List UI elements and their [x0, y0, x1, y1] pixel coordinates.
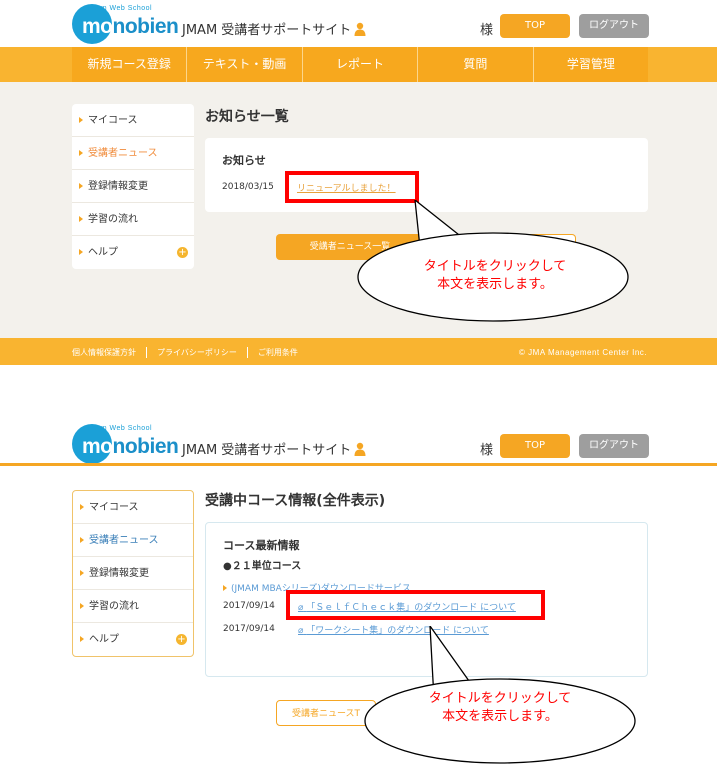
user-icon: [354, 442, 366, 456]
callout-text-line1: タイトルをクリックして: [423, 259, 567, 274]
copyright: © JMA Management Center Inc.: [519, 348, 647, 357]
sidebar-item-profile[interactable]: 登録情報変更: [73, 557, 193, 590]
plus-icon[interactable]: +: [177, 247, 188, 258]
footer-link-privacy-policy[interactable]: 個人情報保護方針: [72, 347, 146, 358]
monobien-logo[interactable]: Jmam Web School monobien: [72, 4, 179, 44]
logo-subtitle: Jmam Web School: [86, 425, 153, 432]
screenshot-panel-news: Jmam Web School monobien JMAM 受講者サポートサイト…: [0, 0, 717, 365]
callout-text-line2: 本文を表示します。: [437, 277, 553, 292]
sidebar-item-label: マイコース: [88, 115, 138, 126]
news-top-button[interactable]: 受講者ニュースT: [276, 700, 376, 726]
footer-links: 個人情報保護方針 プライバシーポリシー ご利用条件: [72, 347, 308, 358]
sidebar-item-label: ヘルプ: [88, 247, 118, 258]
sidebar-item-news[interactable]: 受講者ニュース: [73, 524, 193, 557]
card-title: お知らせ: [222, 154, 266, 167]
sidebar-item-help[interactable]: ヘルプ +: [73, 623, 193, 656]
logo-wordmark-rest: nobien: [112, 435, 179, 458]
sidebar-item-label: 学習の流れ: [88, 214, 138, 225]
item-date: 2017/09/14: [223, 601, 275, 611]
top-button[interactable]: TOP: [500, 434, 570, 458]
nav-question[interactable]: 質問: [418, 47, 534, 82]
sidebar-item-learning-flow[interactable]: 学習の流れ: [73, 590, 193, 623]
logo-wordmark: monobien: [82, 15, 179, 39]
logout-button[interactable]: ログアウト: [579, 14, 649, 38]
footer: 個人情報保護方針 プライバシーポリシー ご利用条件 © JMA Manageme…: [0, 338, 717, 365]
main-content: マイコース 受講者ニュース 登録情報変更 学習の流れ ヘルプ + お知らせ一覧 お…: [0, 82, 717, 338]
global-nav: 新規コース登録 テキスト・動画 レポート 質問 学習管理: [0, 47, 717, 82]
sidebar-item-my-course[interactable]: マイコース: [72, 104, 194, 137]
sidebar-item-help[interactable]: ヘルプ +: [72, 236, 194, 269]
arrow-right-icon: [79, 249, 83, 255]
sidebar-item-profile[interactable]: 登録情報変更: [72, 170, 194, 203]
arrow-right-icon: [80, 537, 84, 543]
sidebar-item-news[interactable]: 受講者ニュース: [72, 137, 194, 170]
arrow-right-icon: [79, 183, 83, 189]
footer-link-privacy[interactable]: プライバシーポリシー: [146, 347, 247, 358]
highlight-box: [286, 590, 545, 620]
arrow-right-icon: [80, 636, 84, 642]
footer-link-terms[interactable]: ご利用条件: [246, 347, 308, 358]
monobien-logo[interactable]: Jmam Web School monobien: [72, 424, 179, 464]
sidebar-menu: マイコース 受講者ニュース 登録情報変更 学習の流れ ヘルプ +: [72, 490, 194, 657]
arrow-right-icon: [80, 504, 84, 510]
sidebar-item-label: 受講者ニュース: [88, 148, 158, 159]
user-honorific: 様: [480, 443, 494, 458]
plus-icon[interactable]: +: [176, 634, 187, 645]
logo-wordmark-prefix: mo: [82, 15, 113, 38]
sidebar-item-label: 受講者ニュース: [89, 535, 159, 546]
user-icon: [354, 22, 366, 36]
page-title: お知らせ一覧: [205, 109, 289, 125]
sidebar-item-my-course[interactable]: マイコース: [73, 491, 193, 524]
logo-subtitle: Jmam Web School: [86, 5, 153, 12]
sidebar-menu: マイコース 受講者ニュース 登録情報変更 学習の流れ ヘルプ +: [72, 104, 194, 269]
logout-button[interactable]: ログアウト: [579, 434, 649, 458]
paperclip-icon: ⌀: [298, 626, 304, 636]
callout-text-line2: 本文を表示します。: [442, 709, 558, 724]
sidebar-item-label: 登録情報変更: [89, 568, 149, 579]
nav-report[interactable]: レポート: [302, 47, 419, 82]
arrow-right-icon: [79, 150, 83, 156]
user-honorific: 様: [480, 23, 494, 38]
arrow-right-icon: [80, 570, 84, 576]
sidebar-item-label: マイコース: [89, 502, 139, 513]
site-title: JMAM 受講者サポートサイト: [182, 443, 352, 458]
highlight-box: [285, 171, 419, 203]
item-date: 2017/09/14: [223, 624, 275, 634]
arrow-right-icon: [79, 216, 83, 222]
top-button[interactable]: TOP: [500, 14, 570, 38]
card-title: コース最新情報: [223, 539, 300, 552]
site-title: JMAM 受講者サポートサイト: [182, 23, 352, 38]
arrow-right-icon: [79, 117, 83, 123]
sidebar-item-label: 学習の流れ: [89, 601, 139, 612]
sidebar-item-label: ヘルプ: [89, 634, 119, 645]
nav-text-video[interactable]: テキスト・動画: [187, 47, 303, 82]
logo-wordmark-rest: nobien: [112, 15, 179, 38]
nav-new-course[interactable]: 新規コース登録: [72, 47, 188, 82]
sidebar-item-label: 登録情報変更: [88, 181, 148, 192]
sidebar-item-learning-flow[interactable]: 学習の流れ: [72, 203, 194, 236]
arrow-right-icon: [80, 603, 84, 609]
nav-learning-management[interactable]: 学習管理: [533, 47, 649, 82]
logo-wordmark: monobien: [82, 435, 179, 459]
screenshot-panel-course-info: Jmam Web School monobien JMAM 受講者サポートサイト…: [0, 420, 717, 781]
news-date: 2018/03/15: [222, 182, 274, 192]
arrow-right-icon: [223, 585, 227, 591]
logo-wordmark-prefix: mo: [82, 435, 113, 458]
course-section-title: ●２１単位コース: [223, 561, 302, 572]
page-title: 受講中コース情報(全件表示): [205, 493, 386, 509]
callout-text-line1: タイトルをクリックして: [428, 691, 572, 706]
